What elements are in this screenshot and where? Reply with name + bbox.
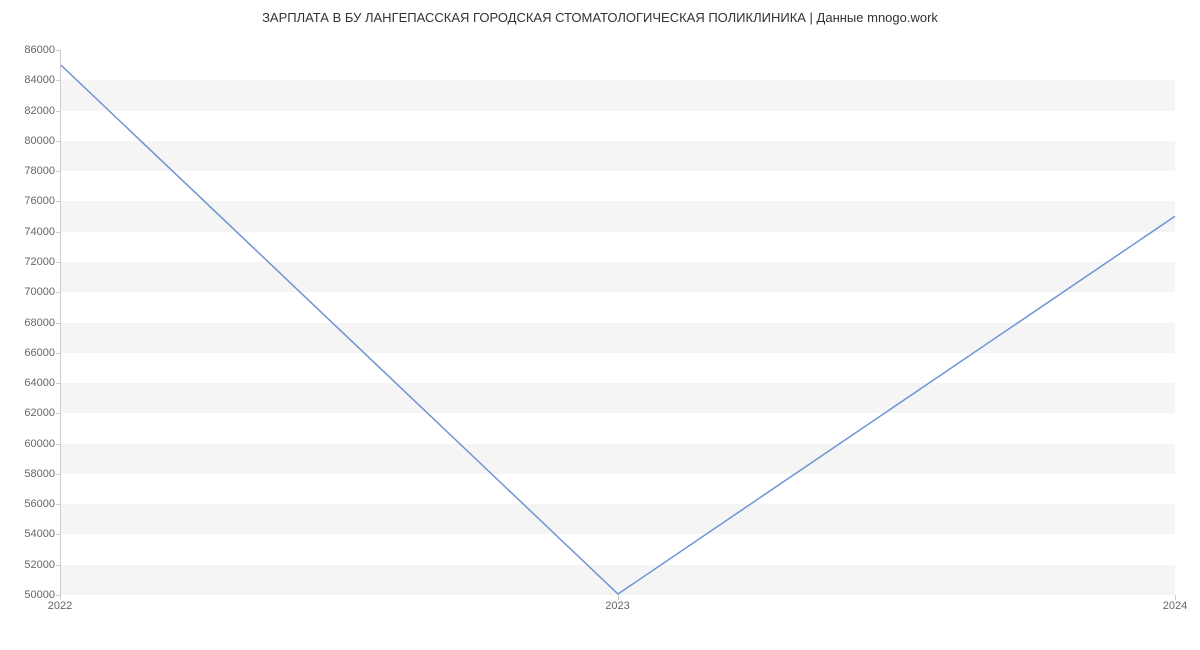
y-tick-mark — [56, 80, 60, 81]
y-tick-label: 74000 — [5, 226, 55, 238]
y-tick-mark — [56, 323, 60, 324]
y-tick-mark — [56, 111, 60, 112]
y-tick-mark — [56, 141, 60, 142]
x-tick-mark — [1175, 595, 1176, 600]
x-tick-label: 2023 — [605, 600, 629, 612]
y-tick-label: 72000 — [5, 256, 55, 268]
y-tick-label: 82000 — [5, 105, 55, 117]
y-tick-mark — [56, 50, 60, 51]
series-line — [61, 65, 1175, 594]
y-tick-mark — [56, 504, 60, 505]
y-tick-mark — [56, 262, 60, 263]
x-tick-mark — [618, 595, 619, 600]
y-tick-label: 68000 — [5, 317, 55, 329]
y-tick-mark — [56, 534, 60, 535]
x-tick-mark — [60, 595, 61, 600]
y-tick-mark — [56, 474, 60, 475]
y-tick-label: 60000 — [5, 438, 55, 450]
y-tick-mark — [56, 292, 60, 293]
y-tick-label: 58000 — [5, 468, 55, 480]
y-tick-label: 54000 — [5, 528, 55, 540]
y-tick-label: 52000 — [5, 559, 55, 571]
y-tick-label: 62000 — [5, 407, 55, 419]
chart-title: ЗАРПЛАТА В БУ ЛАНГЕПАССКАЯ ГОРОДСКАЯ СТО… — [0, 10, 1200, 25]
y-tick-label: 66000 — [5, 347, 55, 359]
x-tick-label: 2024 — [1163, 600, 1187, 612]
x-tick-label: 2022 — [48, 600, 72, 612]
y-tick-label: 76000 — [5, 195, 55, 207]
y-tick-label: 80000 — [5, 135, 55, 147]
y-tick-label: 78000 — [5, 165, 55, 177]
y-tick-mark — [56, 353, 60, 354]
y-tick-label: 64000 — [5, 377, 55, 389]
y-tick-mark — [56, 383, 60, 384]
y-tick-label: 86000 — [5, 44, 55, 56]
chart-container: ЗАРПЛАТА В БУ ЛАНГЕПАССКАЯ ГОРОДСКАЯ СТО… — [0, 0, 1200, 650]
y-tick-mark — [56, 413, 60, 414]
y-tick-mark — [56, 444, 60, 445]
y-tick-mark — [56, 232, 60, 233]
y-tick-mark — [56, 201, 60, 202]
plot-area — [60, 50, 1175, 595]
y-tick-mark — [56, 171, 60, 172]
y-tick-label: 84000 — [5, 74, 55, 86]
y-tick-label: 70000 — [5, 286, 55, 298]
line-series — [61, 50, 1175, 594]
y-tick-label: 56000 — [5, 498, 55, 510]
y-tick-mark — [56, 565, 60, 566]
